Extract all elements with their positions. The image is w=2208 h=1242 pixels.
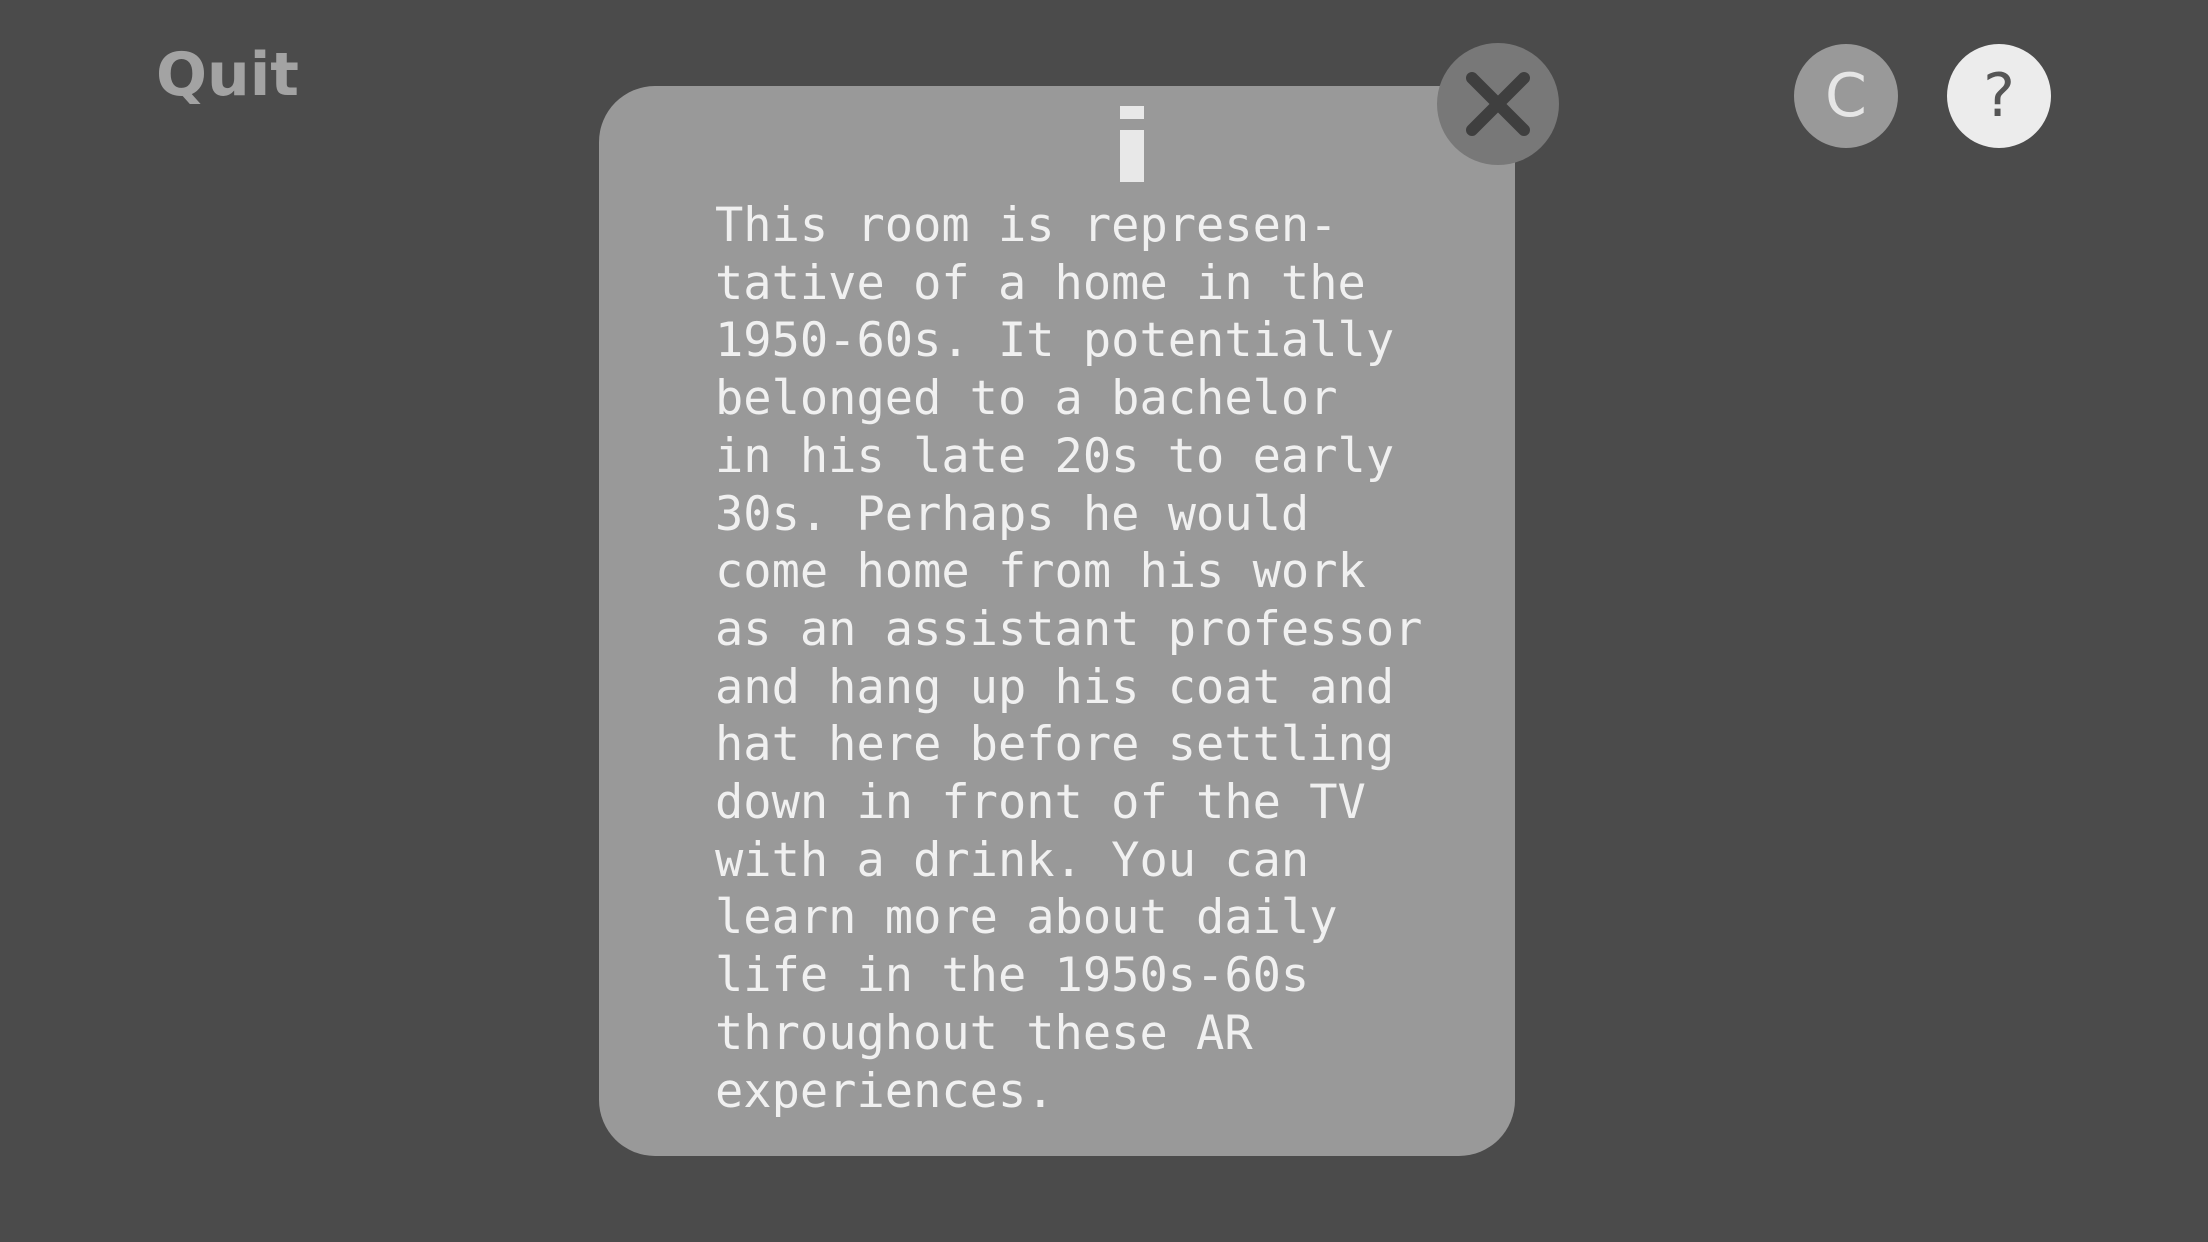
help-icon: ? [1983, 61, 2015, 131]
help-button[interactable]: ? [1947, 44, 2051, 148]
info-icon [1120, 106, 1144, 182]
info-text: This room is represen- tative of a home … [715, 198, 1423, 1119]
info-icon-dot [1120, 106, 1144, 119]
quit-button[interactable]: Quit [156, 36, 299, 114]
c-button-label: C [1825, 61, 1867, 131]
info-icon-stem [1120, 130, 1144, 182]
close-button[interactable] [1437, 43, 1559, 165]
c-button[interactable]: C [1794, 44, 1898, 148]
close-icon [1466, 72, 1530, 136]
